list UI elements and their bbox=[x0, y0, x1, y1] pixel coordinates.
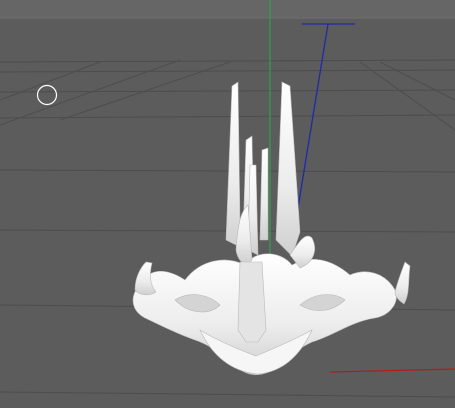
horizon-band bbox=[0, 0, 455, 18]
3d-viewport[interactable] bbox=[0, 0, 455, 408]
viewport-canvas[interactable] bbox=[0, 0, 455, 408]
